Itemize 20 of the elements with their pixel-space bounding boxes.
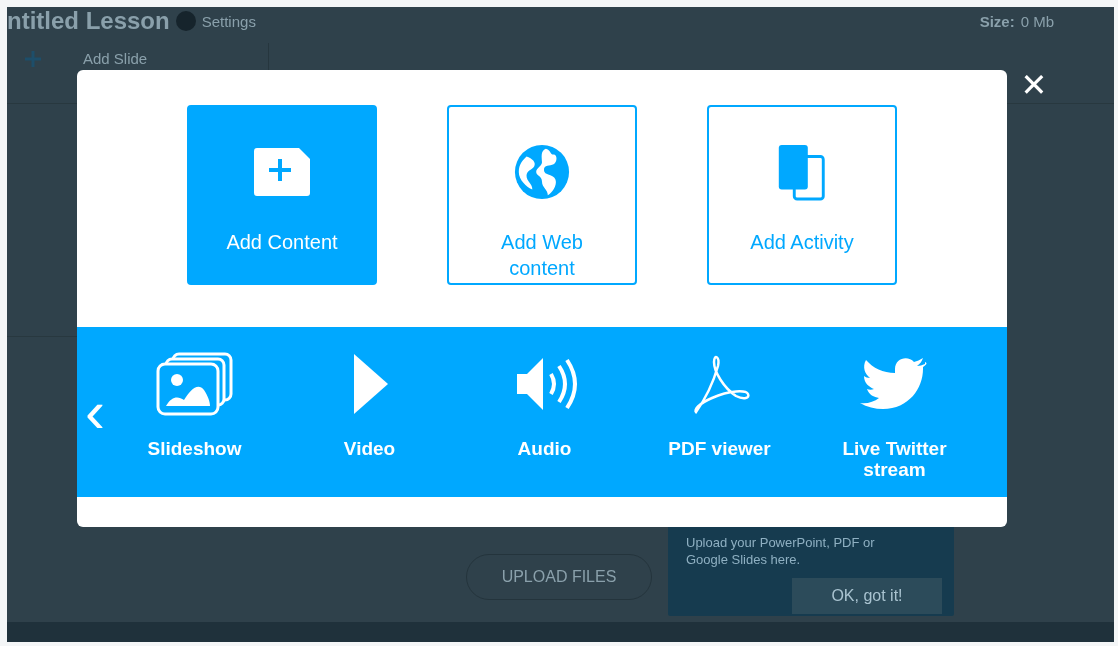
size-label: Size: — [979, 13, 1015, 30]
media-option[interactable]: Live Twitter stream — [807, 327, 982, 481]
add-slide-button[interactable]: Add Slide — [83, 50, 148, 68]
media-option[interactable]: Slideshow — [107, 327, 282, 460]
size-value: 0 Mb — [1020, 13, 1054, 30]
plus-icon[interactable] — [23, 49, 43, 69]
tooltip-text: Upload your PowerPoint, PDF or Google Slides here. — [686, 534, 876, 568]
option-tile[interactable]: Add Content — [187, 105, 377, 285]
media-option[interactable]: Audio — [457, 327, 632, 460]
option-tile[interactable]: Add Web content — [447, 105, 637, 285]
media-option[interactable]: PDF viewer — [632, 327, 807, 460]
lesson-title: ntitled Lesson — [7, 7, 170, 35]
globe-icon — [512, 143, 572, 201]
option-tile[interactable]: Add Activity — [707, 105, 897, 285]
close-button[interactable]: ✕ — [1016, 66, 1052, 104]
image-stack-icon — [154, 352, 235, 416]
media-option[interactable]: Video — [282, 327, 457, 460]
ok-button[interactable]: OK, got it! — [792, 578, 942, 614]
previous-arrow[interactable]: ‹ — [85, 382, 107, 442]
settings-link[interactable]: Settings — [201, 13, 256, 30]
